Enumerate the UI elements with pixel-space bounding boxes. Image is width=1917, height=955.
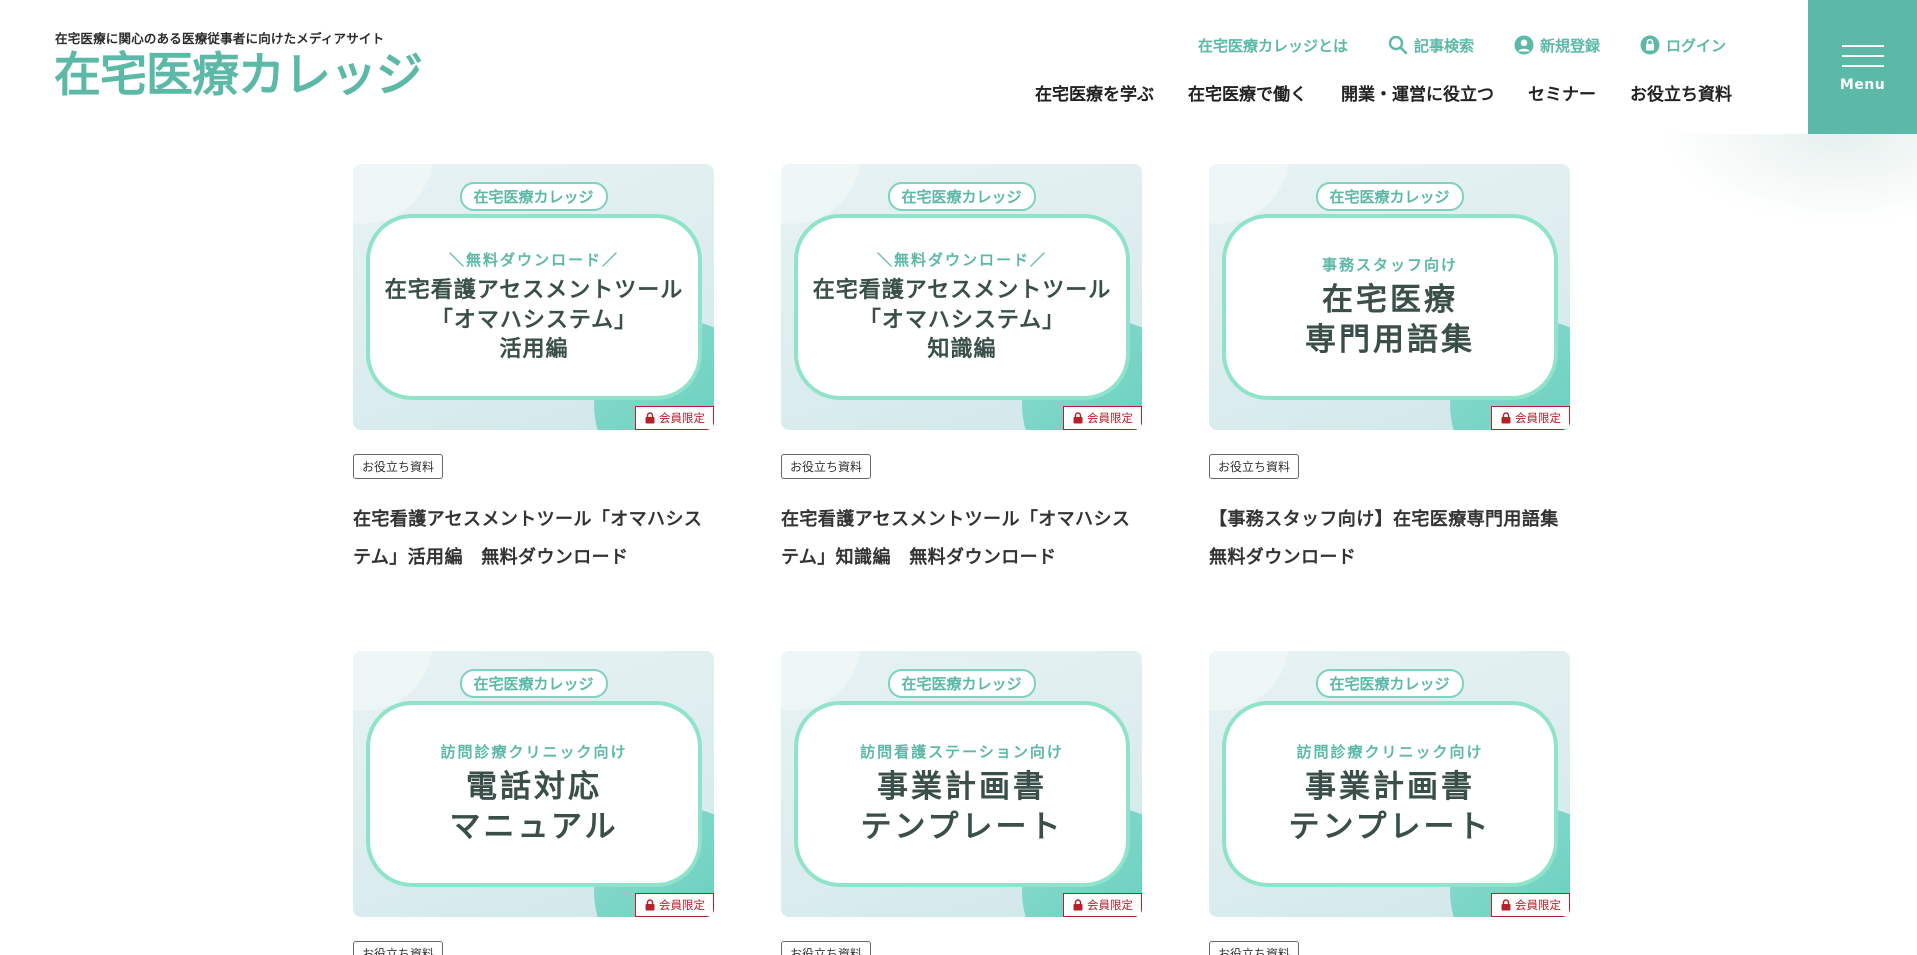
card-thumbnail[interactable]: 在宅医療カレッジ 訪問診療クリニック向け 事業計画書 テンプレート 会員限定 (1209, 651, 1570, 917)
util-login-label: ログイン (1666, 36, 1727, 55)
card-title[interactable]: 在宅看護アセスメントツール「オマハシステム」知識編 無料ダウンロード (781, 501, 1142, 577)
category-tag[interactable]: お役立ち資料 (353, 941, 444, 955)
resource-card[interactable]: 在宅医療カレッジ 訪問看護ステーション向け 事業計画書 テンプレート 会員限定 … (781, 651, 1142, 955)
nav-business[interactable]: 開業・運営に役立つ (1341, 80, 1494, 105)
hamburger-icon (1841, 45, 1884, 67)
badge-label: 会員限定 (1087, 898, 1133, 912)
thumb-frame: 訪問診療クリニック向け 電話対応 マニュアル (366, 701, 702, 887)
thumb-brand-tag: 在宅医療カレッジ (459, 182, 608, 211)
resource-card[interactable]: 在宅医療カレッジ ＼無料ダウンロード／ 在宅看護アセスメントツール 「オマハシス… (781, 164, 1142, 577)
resource-card[interactable]: 在宅医療カレッジ 事務スタッフ向け 在宅医療 専門用語集 会員限定 お役立ち資料… (1209, 164, 1577, 577)
thumb-subtitle: 訪問看護ステーション向け (860, 742, 1064, 761)
resource-card[interactable]: 在宅医療カレッジ 訪問診療クリニック向け 電話対応 マニュアル 会員限定 お役立… (353, 651, 714, 955)
card-thumbnail[interactable]: 在宅医療カレッジ 訪問看護ステーション向け 事業計画書 テンプレート 会員限定 (781, 651, 1142, 917)
category-tag[interactable]: お役立ち資料 (781, 941, 872, 955)
lock-icon (1501, 412, 1511, 424)
thumb-subtitle: ＼無料ダウンロード／ (448, 250, 619, 269)
members-only-badge: 会員限定 (1063, 893, 1142, 917)
members-only-badge: 会員限定 (1063, 406, 1142, 430)
thumb-main-text: 在宅看護アセスメントツール 「オマハシステム」 知識編 (812, 277, 1112, 363)
badge-label: 会員限定 (659, 898, 705, 912)
category-tag[interactable]: お役立ち資料 (353, 454, 444, 479)
thumb-frame: 訪問診療クリニック向け 事業計画書 テンプレート (1222, 701, 1558, 887)
nav-seminar[interactable]: セミナー (1528, 80, 1596, 105)
search-icon (1388, 35, 1408, 55)
thumb-frame: 訪問看護ステーション向け 事業計画書 テンプレート (794, 701, 1130, 887)
thumb-frame: ＼無料ダウンロード／ 在宅看護アセスメントツール 「オマハシステム」 知識編 (794, 214, 1130, 400)
thumb-brand-tag: 在宅医療カレッジ (1315, 182, 1464, 211)
card-thumbnail[interactable]: 在宅医療カレッジ 事務スタッフ向け 在宅医療 専門用語集 会員限定 (1209, 164, 1570, 430)
thumb-main-text: 在宅医療 専門用語集 (1305, 281, 1475, 358)
badge-label: 会員限定 (1515, 898, 1561, 912)
thumb-subtitle: 訪問診療クリニック向け (440, 742, 628, 761)
util-search-label: 記事検索 (1414, 36, 1475, 55)
badge-label: 会員限定 (1515, 411, 1561, 425)
badge-label: 会員限定 (1087, 411, 1133, 425)
thumb-main-text: 電話対応 マニュアル (449, 768, 619, 845)
lock-icon (1073, 412, 1083, 424)
nav-learn[interactable]: 在宅医療を学ぶ (1035, 80, 1154, 105)
lock-icon (645, 899, 655, 911)
resource-card[interactable]: 在宅医療カレッジ ＼無料ダウンロード／ 在宅看護アセスメントツール 「オマハシス… (353, 164, 714, 577)
lock-icon (1073, 899, 1083, 911)
members-only-badge: 会員限定 (635, 893, 714, 917)
thumb-brand-tag: 在宅医療カレッジ (887, 669, 1036, 698)
util-about-link[interactable]: 在宅医療カレッジとは (1198, 35, 1348, 56)
lock-icon (1501, 899, 1511, 911)
lock-icon (1640, 35, 1660, 55)
thumb-subtitle: 訪問診療クリニック向け (1296, 742, 1484, 761)
card-thumbnail[interactable]: 在宅医療カレッジ 訪問診療クリニック向け 電話対応 マニュアル 会員限定 (353, 651, 714, 917)
thumb-subtitle: 事務スタッフ向け (1321, 255, 1458, 274)
main-nav: 在宅医療を学ぶ 在宅医療で働く 開業・運営に役立つ セミナー お役立ち資料 (1035, 80, 1732, 105)
category-tag[interactable]: お役立ち資料 (1209, 454, 1300, 479)
thumb-brand-tag: 在宅医療カレッジ (887, 182, 1036, 211)
thumb-main-text: 事業計画書 テンプレート (1288, 768, 1492, 845)
site-header: 在宅医療に関心のある医療従事者に向けたメディアサイト 在宅医療カレッジ 在宅医療… (0, 0, 1917, 134)
thumb-main-text: 在宅看護アセスメントツール 「オマハシステム」 活用編 (384, 277, 684, 363)
site-logo[interactable]: 在宅医療カレッジ (54, 52, 423, 99)
lock-icon (645, 412, 655, 424)
category-tag[interactable]: お役立ち資料 (781, 454, 872, 479)
nav-resources[interactable]: お役立ち資料 (1630, 80, 1732, 105)
members-only-badge: 会員限定 (1491, 893, 1570, 917)
card-title[interactable]: 在宅看護アセスメントツール「オマハシステム」活用編 無料ダウンロード (353, 501, 714, 577)
nav-work[interactable]: 在宅医療で働く (1188, 80, 1307, 105)
header-shadow-decoration (1660, 134, 1917, 224)
thumb-brand-tag: 在宅医療カレッジ (459, 669, 608, 698)
thumb-frame: ＼無料ダウンロード／ 在宅看護アセスメントツール 「オマハシステム」 活用編 (366, 214, 702, 400)
badge-label: 会員限定 (659, 411, 705, 425)
util-about-label: 在宅医療カレッジとは (1198, 36, 1349, 55)
util-register-label: 新規登録 (1540, 36, 1601, 55)
members-only-badge: 会員限定 (635, 406, 714, 430)
util-login-link[interactable]: ログイン (1640, 35, 1726, 56)
utility-nav: 在宅医療カレッジとは 記事検索 新規登録 ログイン (1198, 34, 1766, 56)
site-tagline: 在宅医療に関心のある医療従事者に向けたメディアサイト (55, 31, 385, 46)
category-tag[interactable]: お役立ち資料 (1209, 941, 1300, 955)
util-register-link[interactable]: 新規登録 (1514, 35, 1600, 56)
menu-label: Menu (1839, 77, 1886, 93)
menu-button[interactable]: Menu (1808, 0, 1917, 134)
user-icon (1514, 35, 1534, 55)
thumb-brand-tag: 在宅医療カレッジ (1315, 669, 1464, 698)
thumb-frame: 事務スタッフ向け 在宅医療 専門用語集 (1222, 214, 1558, 400)
members-only-badge: 会員限定 (1491, 406, 1570, 430)
util-search-link[interactable]: 記事検索 (1388, 35, 1474, 56)
resource-card[interactable]: 在宅医療カレッジ 訪問診療クリニック向け 事業計画書 テンプレート 会員限定 お… (1209, 651, 1570, 955)
thumb-subtitle: ＼無料ダウンロード／ (876, 250, 1047, 269)
card-thumbnail[interactable]: 在宅医療カレッジ ＼無料ダウンロード／ 在宅看護アセスメントツール 「オマハシス… (781, 164, 1142, 430)
card-title[interactable]: 【事務スタッフ向け】在宅医療専門用語集 無料ダウンロード (1209, 501, 1577, 577)
card-thumbnail[interactable]: 在宅医療カレッジ ＼無料ダウンロード／ 在宅看護アセスメントツール 「オマハシス… (353, 164, 714, 430)
thumb-main-text: 事業計画書 テンプレート (860, 768, 1064, 845)
